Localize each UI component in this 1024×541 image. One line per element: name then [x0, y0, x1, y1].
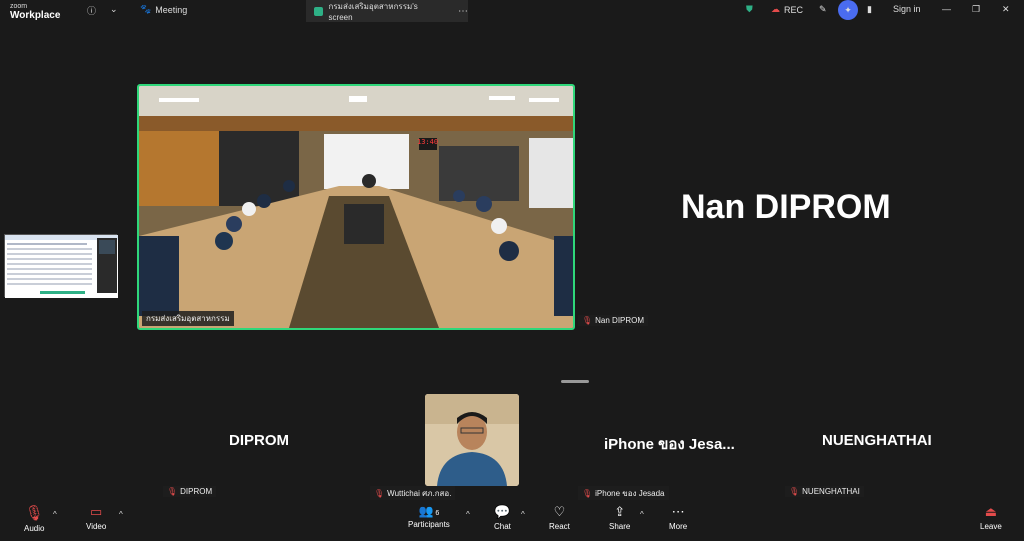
- audio-options-caret[interactable]: ^: [53, 510, 57, 519]
- title-bar: zoom Workplace ⓘ ⌄ 🐾 Meeting กรมส่งเสริม…: [0, 0, 1024, 22]
- chat-button[interactable]: 💬 Chat: [494, 504, 511, 531]
- react-button[interactable]: ♡ React: [549, 504, 570, 531]
- speaker-display-name: Nan DIPROM: [681, 188, 891, 226]
- tile-name-tag: 🎙 DIPROM: [163, 486, 217, 497]
- sign-in-button[interactable]: Sign in: [893, 4, 921, 14]
- shield-icon[interactable]: ⛊: [746, 4, 753, 15]
- screen-share-tab[interactable]: กรมส่งเสริมอุตสาหกรรม's screen ⋯: [306, 0, 468, 22]
- main-video-name-tag: กรมส่งเสริมอุตสาหกรรม: [142, 311, 234, 326]
- magic-wand-icon[interactable]: ✎: [819, 4, 827, 15]
- chevron-down-icon[interactable]: ⌄: [110, 4, 118, 15]
- video-button[interactable]: ▭ Video: [86, 504, 106, 531]
- participants-options-caret[interactable]: ^: [466, 510, 470, 519]
- speaker-name-tag: 🎙 Nan DIPROM: [578, 315, 649, 326]
- screen-share-icon: [314, 6, 323, 16]
- paw-icon: 🐾: [140, 4, 152, 14]
- more-button[interactable]: ⋯ More: [669, 504, 687, 531]
- share-button[interactable]: ⇪ Share: [609, 504, 630, 531]
- share-screen-icon: ⇪: [614, 504, 626, 519]
- chat-icon: 💬: [494, 504, 511, 519]
- shared-screen-thumbnail[interactable]: [4, 234, 118, 298]
- recording-indicator[interactable]: ☁ REC: [771, 4, 803, 15]
- conference-room-video: [139, 86, 573, 328]
- more-options-icon[interactable]: ⋯: [458, 6, 468, 17]
- mic-muted-icon: 🎙: [374, 489, 385, 498]
- chat-options-caret[interactable]: ^: [521, 510, 525, 519]
- close-icon[interactable]: ✕: [1002, 4, 1010, 15]
- tile-display-name: DIPROM: [229, 432, 289, 449]
- audio-button[interactable]: 🎙 Audio: [24, 504, 44, 533]
- room-clock: 13:40: [417, 138, 439, 146]
- restore-icon[interactable]: ❐: [972, 4, 980, 15]
- meeting-toolbar: 🎙 Audio ^ ▭ Video ^ 👥 6 Participants ^ 💬 …: [0, 500, 1024, 541]
- mic-muted-icon: 🎙: [789, 487, 800, 496]
- mic-muted-icon: 🎙: [582, 316, 593, 325]
- participants-count: 6: [435, 510, 440, 517]
- participants-button[interactable]: 👥 6 Participants: [408, 504, 450, 529]
- info-icon[interactable]: ⓘ: [87, 4, 96, 17]
- zoom-logo: zoom Workplace: [10, 3, 61, 21]
- video-options-caret[interactable]: ^: [119, 510, 123, 519]
- participant-video[interactable]: [425, 394, 519, 486]
- share-options-caret[interactable]: ^: [640, 510, 644, 519]
- tile-display-name: iPhone ของ Jesa...: [604, 436, 735, 453]
- meeting-stage: กรมส่งเสริมอุตสาหกรรม 13:40 Nan DIPROM 🎙…: [0, 22, 1024, 501]
- document-preview-icon: [5, 235, 118, 298]
- tile-name-tag: 🎙 NUENGHATHAI: [785, 486, 864, 497]
- cloud-record-icon: ☁: [771, 4, 780, 14]
- main-video-tile[interactable]: กรมส่งเสริมอุตสาหกรรม 13:40: [137, 84, 575, 330]
- mic-muted-icon: 🎙: [24, 505, 44, 522]
- meeting-menu[interactable]: 🐾 Meeting: [140, 4, 187, 15]
- participant-face-video: [425, 394, 519, 486]
- leave-button[interactable]: ⏏ Leave: [980, 504, 1002, 531]
- heart-icon: ♡: [553, 504, 566, 519]
- mic-muted-icon: 🎙: [167, 487, 178, 496]
- more-dots-icon: ⋯: [671, 504, 685, 519]
- participants-icon: 👥 6: [418, 504, 440, 518]
- tile-display-name: NUENGHATHAI: [822, 432, 932, 449]
- gallery-resize-handle[interactable]: [561, 380, 589, 383]
- panel-toggle-icon[interactable]: ▮: [867, 4, 872, 15]
- mic-muted-icon: 🎙: [582, 489, 593, 498]
- video-off-icon: ▭: [90, 504, 103, 519]
- minimize-icon[interactable]: —: [942, 4, 951, 14]
- tile-name-tag: 🎙 iPhone ของ Jesada: [578, 486, 669, 501]
- tile-name-tag: 🎙 Wuttichai ศภ.กสอ.: [370, 486, 456, 501]
- ai-companion-icon[interactable]: ✦: [838, 0, 858, 20]
- leave-icon: ⏏: [984, 504, 998, 519]
